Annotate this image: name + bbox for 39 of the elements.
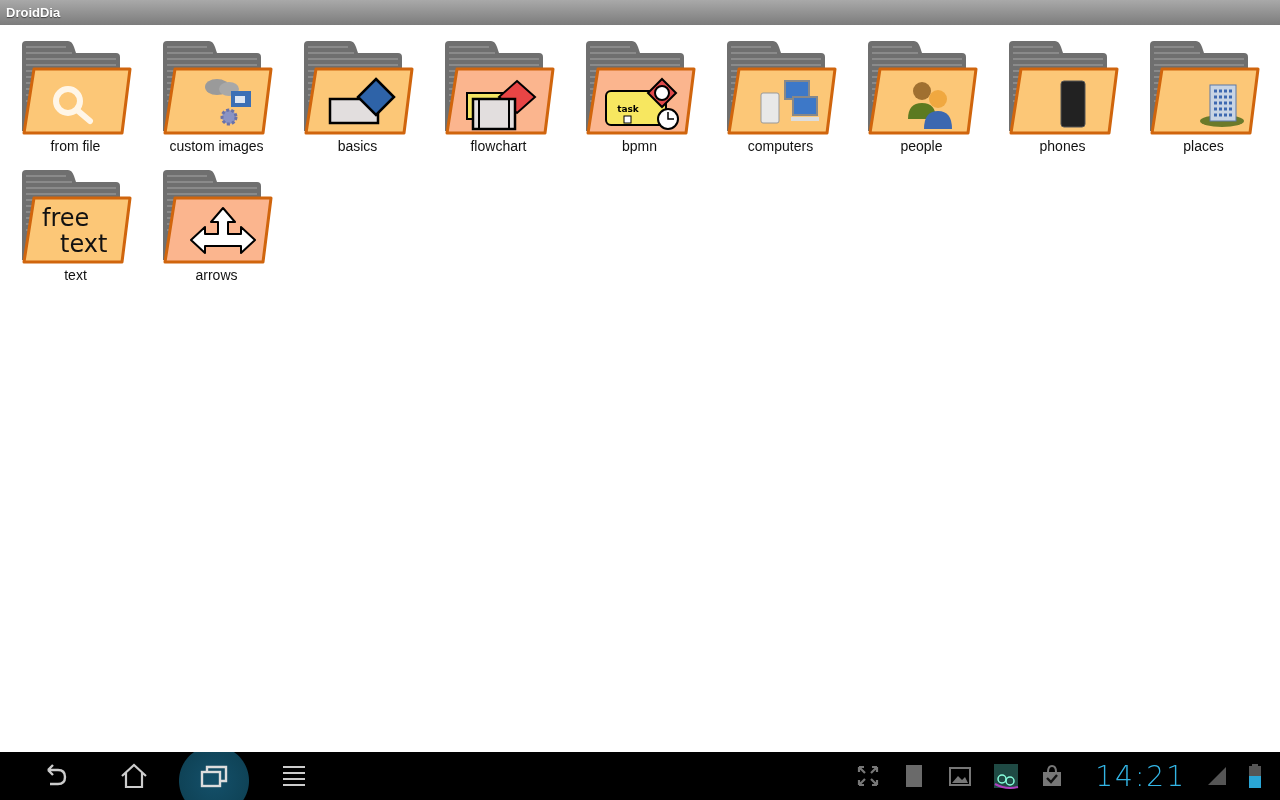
folder-label: places xyxy=(1183,138,1224,154)
folder-tile[interactable]: arrows xyxy=(146,168,287,297)
folder-label: text xyxy=(64,267,87,283)
battery-icon xyxy=(1248,763,1262,789)
folder-tile[interactable]: flowchart xyxy=(428,39,569,168)
folder-tile[interactable]: basics xyxy=(287,39,428,168)
folder-tile[interactable]: free text text xyxy=(5,168,146,297)
folder-label: phones xyxy=(1039,138,1086,154)
folder-tile[interactable]: task bpmn xyxy=(569,39,710,168)
flowchart-icon xyxy=(465,79,536,131)
window-title: DroidDia xyxy=(6,5,61,20)
folder-label: computers xyxy=(747,138,814,154)
signal-icon xyxy=(1206,765,1228,787)
folder-label: people xyxy=(900,138,943,154)
folder-tile[interactable]: computers xyxy=(710,39,851,168)
folder-label: from file xyxy=(50,138,101,154)
folder-label: arrows xyxy=(195,267,238,283)
arrows-icon xyxy=(189,207,256,254)
folder-icon xyxy=(21,41,131,135)
folder-icon xyxy=(21,170,131,264)
clouds-gear-icon xyxy=(204,79,251,126)
building-icon xyxy=(1199,84,1244,127)
folder-tile[interactable]: phones xyxy=(992,39,1133,168)
folder-label: custom images xyxy=(169,138,264,154)
people-icon xyxy=(907,82,952,129)
phone-icon xyxy=(1060,80,1085,128)
folder-label: basics xyxy=(337,138,378,154)
shapes-icon xyxy=(328,77,396,125)
folder-tile[interactable]: from file xyxy=(5,39,146,168)
magnifier-icon xyxy=(52,86,93,124)
computers-icon xyxy=(760,80,819,124)
folder-tile[interactable]: places xyxy=(1133,39,1274,168)
folder-label: bpmn xyxy=(622,138,657,154)
folder-tile[interactable]: people xyxy=(851,39,992,168)
thumbnail-icon xyxy=(993,763,1020,789)
folder-label: flowchart xyxy=(470,138,527,154)
clock: 14:21 xyxy=(1095,759,1186,793)
text-emblem: free text xyxy=(41,204,107,258)
folder-tile[interactable]: custom images xyxy=(146,39,287,168)
